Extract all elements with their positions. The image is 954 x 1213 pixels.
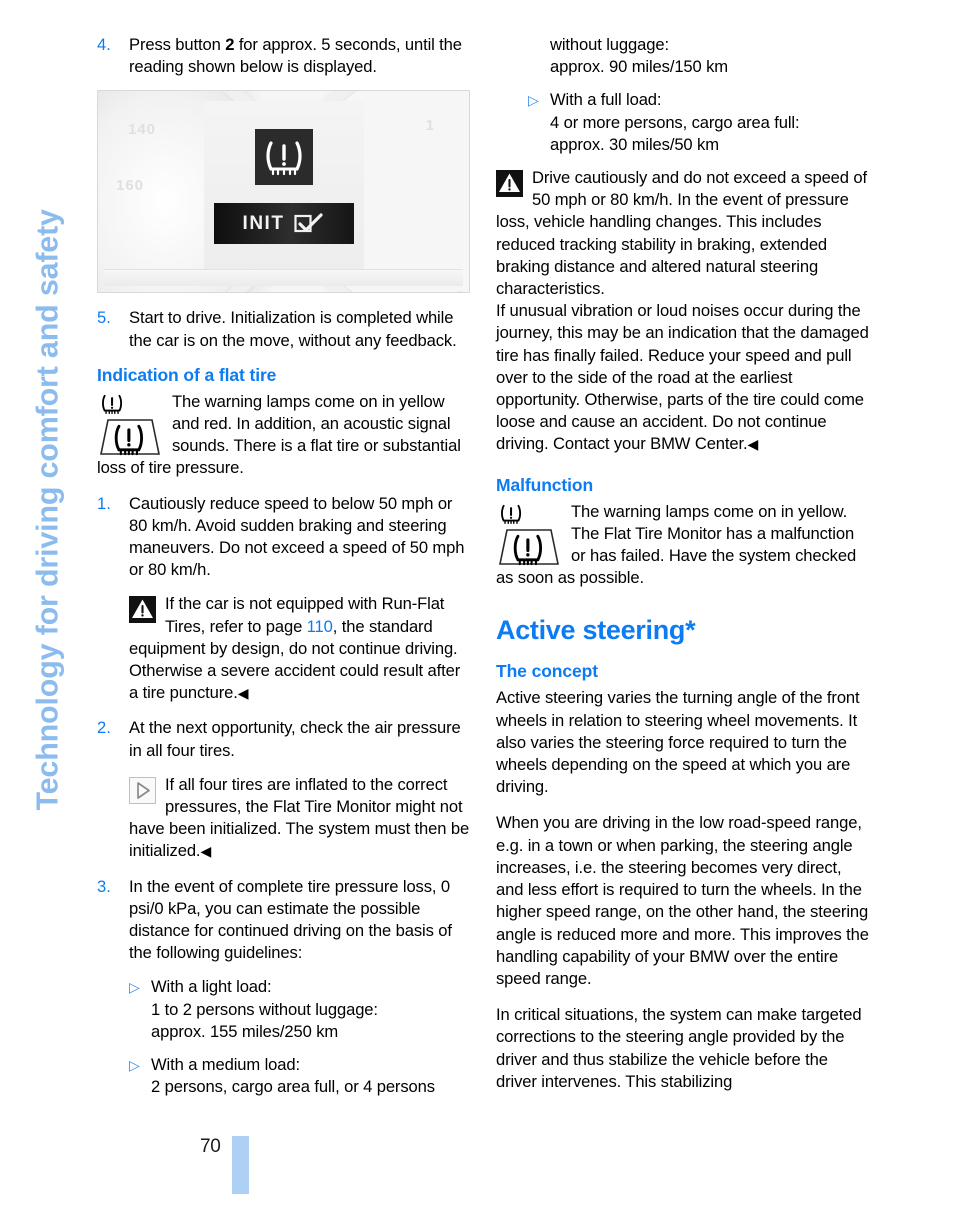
bullet-line-3: approx. 30 miles/50 km	[550, 134, 719, 154]
flat-tire-warning-note: The warning lamps come on in yellow and …	[97, 391, 470, 480]
step-number: 2.	[97, 718, 111, 738]
triangle-bullet-icon: ▷	[129, 1057, 140, 1074]
cluster-base	[104, 269, 463, 287]
list-item-step-5: 5. Start to drive. Initialization is com…	[97, 307, 470, 351]
checkbox-check-icon	[294, 213, 324, 233]
run-flat-tires-warning-note: If the car is not equipped with Run-Flat…	[97, 593, 470, 704]
step-text: Cautiously reduce speed to below 50 mph …	[129, 493, 465, 580]
step-text: In the event of complete tire pressure l…	[129, 876, 452, 963]
list-item-step-1: 1. Cautiously reduce speed to below 50 m…	[97, 493, 470, 582]
warning-paragraph-2: If unusual vibration or loud noises occu…	[496, 301, 869, 454]
heading-malfunction: Malfunction	[496, 474, 594, 495]
instrument-cluster-figure: 140 160 1 INIT	[97, 90, 470, 294]
warning-triangle-icon	[129, 596, 156, 624]
dial-tick-160: 160	[116, 177, 145, 195]
continued-line-1: without luggage:	[550, 35, 669, 54]
bullet-line-2: 2 persons, cargo area full, or 4 persons	[151, 1077, 435, 1097]
bullet-line-1: With a medium load:	[151, 1055, 300, 1075]
malfunction-note: The warning lamps come on in yellow. The…	[496, 501, 869, 590]
bullet-line-3: approx. 155 miles/250 km	[151, 1021, 339, 1041]
step4-text-before: Press button	[129, 35, 226, 54]
triangle-bullet-icon: ▷	[528, 92, 539, 109]
step-number: 3.	[97, 876, 111, 896]
tire-pressure-lamp-pair-icon	[97, 394, 163, 456]
step-text: Press button 2 for approx. 5 seconds, un…	[129, 34, 470, 78]
list-item-step-4: 4. Press button 2 for approx. 5 seconds,…	[97, 34, 470, 78]
end-mark: ◀	[747, 436, 759, 453]
step-number: 1.	[97, 493, 111, 513]
heading-the-concept: The concept	[496, 661, 598, 682]
bullet-line-1: With a full load:	[550, 90, 662, 110]
dial-tick-right: 1	[425, 117, 435, 135]
bullet-text: With a medium load: 2 persons, cargo are…	[151, 1054, 470, 1098]
list-item-light-load: ▷ With a light load: 1 to 2 persons with…	[97, 976, 470, 1043]
bullet-text: With a full load: 4 or more persons, car…	[550, 89, 869, 156]
triangle-bullet-icon: ▷	[129, 979, 140, 996]
note2-text: If all four tires are inflated to the co…	[129, 774, 470, 861]
tire-pressure-warning-icon	[254, 129, 313, 186]
page-footer: 70	[97, 1136, 517, 1194]
end-mark: ◀	[200, 843, 212, 860]
dial-tick-140: 140	[128, 121, 157, 139]
continued-line-2: approx. 90 miles/150 km	[550, 57, 729, 77]
initialization-note: If all four tires are inflated to the co…	[97, 774, 470, 863]
tire-pressure-lamp-pair-icon	[496, 504, 562, 566]
right-column: without luggage: approx. 90 miles/150 km…	[496, 34, 869, 1107]
continued-medium-load-lines: without luggage: approx. 90 miles/150 km	[496, 34, 869, 78]
step-text: At the next opportunity, check the air p…	[129, 718, 461, 760]
concept-paragraph-2: When you are driving in the low road-spe…	[496, 813, 869, 988]
bullet-line-2: 1 to 2 persons without luggage:	[151, 999, 378, 1019]
center-display-panel	[203, 101, 364, 272]
warning-paragraph-2-wrapper: If unusual vibration or loud noises occu…	[496, 300, 869, 455]
page-edge-tab	[232, 1136, 249, 1194]
init-display: INIT	[213, 203, 354, 245]
warning-triangle-icon	[496, 170, 523, 198]
chapter-tab: Technology for driving comfort and safet…	[0, 0, 92, 1213]
heading-active-steering: Active steering*	[496, 615, 696, 646]
init-label: INIT	[242, 212, 285, 234]
heading-indication-of-a-flat-tire: Indication of a flat tire	[97, 364, 277, 385]
bullet-text: With a light load: 1 to 2 persons withou…	[151, 976, 470, 1043]
left-column: 4. Press button 2 for approx. 5 seconds,…	[97, 34, 470, 1110]
figure-watermark: WARNING	[454, 290, 466, 292]
list-item-step-2: 2. At the next opportunity, check the ai…	[97, 717, 470, 761]
step-number: 5.	[97, 308, 111, 328]
page-number: 70	[200, 1136, 221, 1157]
chapter-tab-label: Technology for driving comfort and safet…	[30, 209, 65, 811]
step-text: Start to drive. Initialization is comple…	[129, 308, 457, 350]
note-play-icon	[129, 776, 156, 804]
drive-cautiously-warning-note: Drive cautiously and do not exceed a spe…	[496, 167, 869, 300]
list-item-medium-load: ▷ With a medium load: 2 persons, cargo a…	[97, 1054, 470, 1098]
warning-paragraph-1: Drive cautiously and do not exceed a spe…	[496, 168, 867, 299]
step4-button-label: 2	[225, 35, 235, 54]
step-number: 4.	[97, 35, 111, 54]
list-item-step-3: 3. In the event of complete tire pressur…	[97, 876, 470, 965]
list-item-full-load: ▷ With a full load: 4 or more persons, c…	[496, 89, 869, 156]
concept-paragraph-3: In critical situations, the system can m…	[496, 1005, 862, 1091]
bullet-line-2: 4 or more persons, cargo area full:	[550, 112, 800, 132]
end-mark: ◀	[237, 685, 249, 702]
concept-paragraph-1: Active steering varies the turning angle…	[496, 688, 860, 797]
bullet-line-1: With a light load:	[151, 977, 272, 997]
page-reference-link[interactable]: 110	[307, 617, 333, 636]
